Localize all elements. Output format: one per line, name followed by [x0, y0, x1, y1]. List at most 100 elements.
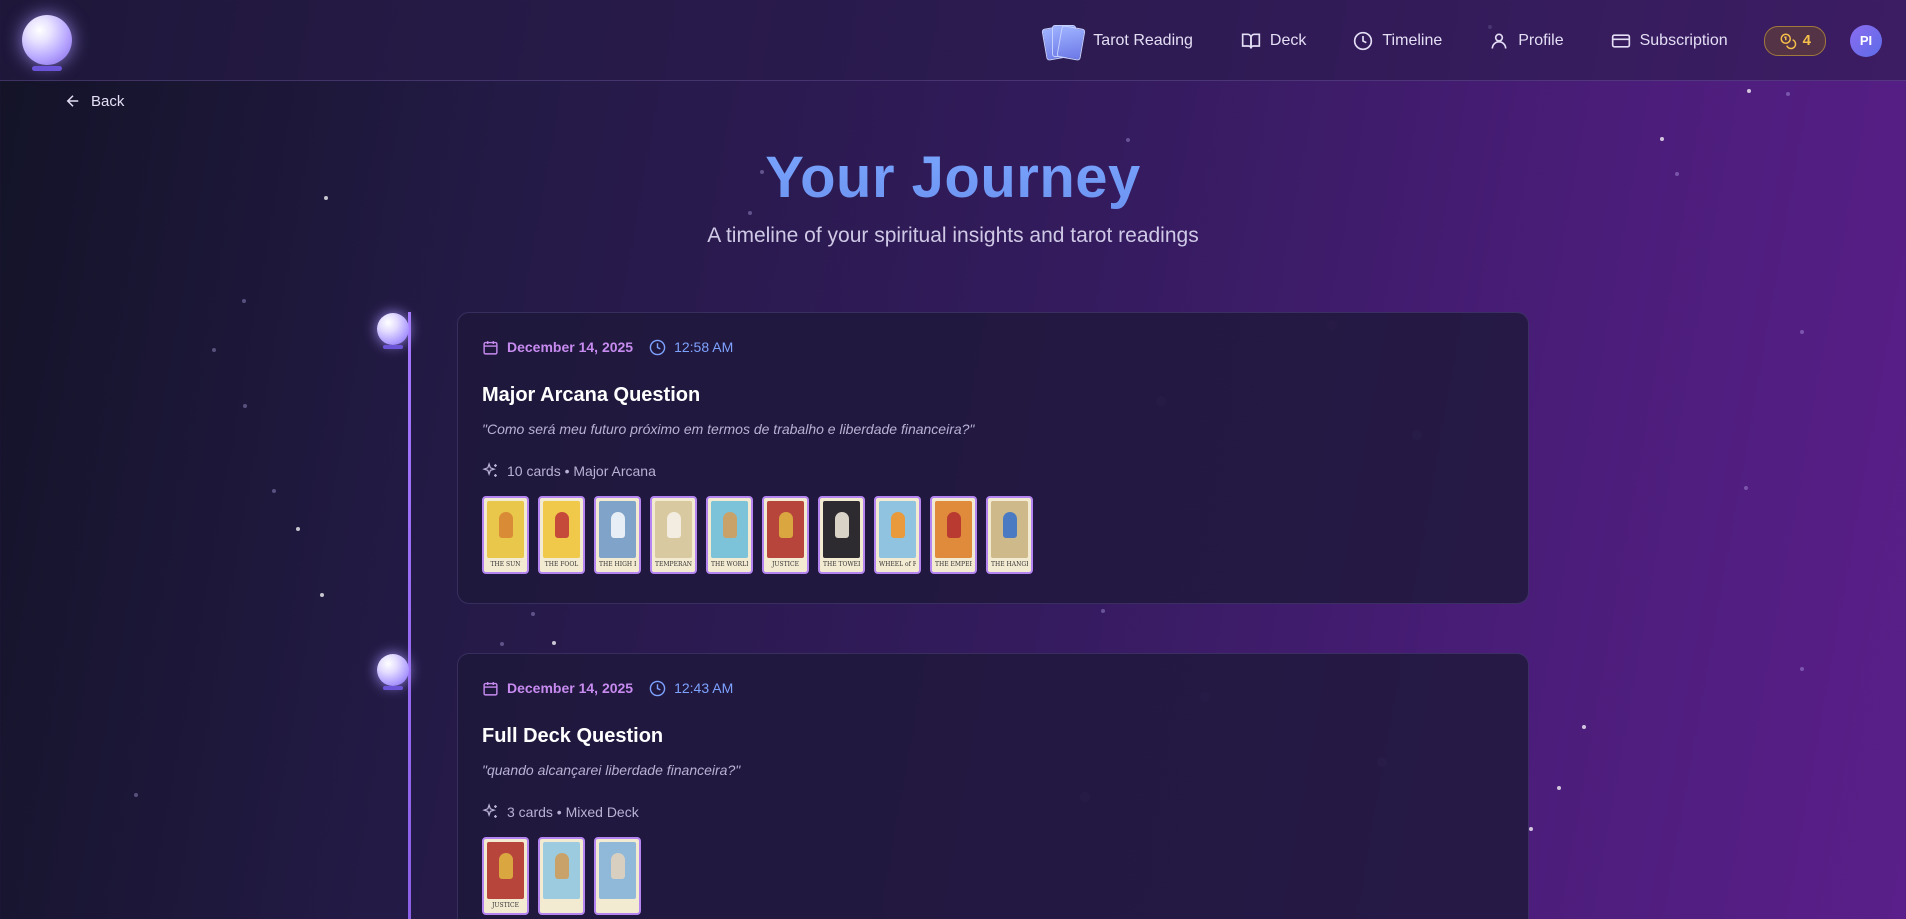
tarot-card-art	[543, 501, 580, 558]
reading-card[interactable]: December 14, 2025 12:43 AM Full Deck Que…	[457, 653, 1529, 919]
tarot-card-name: THE HANGED MAN	[991, 560, 1028, 569]
book-open-icon	[1241, 33, 1261, 49]
nav-label: Deck	[1269, 31, 1307, 49]
tarot-card-thumbnail[interactable]: THE HIGH PRIESTESS	[594, 496, 641, 574]
reading-question: "quando alcançarei liberdade financeira?…	[482, 762, 741, 778]
tarot-card-figure	[498, 511, 513, 538]
credit-card-icon	[1611, 33, 1630, 48]
tarot-card-name: THE WORLD	[711, 560, 748, 569]
timeline-line	[408, 312, 411, 919]
nav-timeline[interactable]: Timeline	[1353, 31, 1442, 51]
tarot-card-thumbnail[interactable]	[594, 837, 641, 915]
nav-deck[interactable]: Deck	[1241, 31, 1306, 51]
calendar-icon	[483, 681, 498, 696]
tarot-card-art	[935, 501, 972, 558]
tarot-card-art	[767, 501, 804, 558]
tarot-card-name: WHEEL of FORTUNE	[879, 560, 916, 569]
tarot-card-thumbnail[interactable]: THE HANGED MAN	[986, 496, 1033, 574]
tarot-card-figure	[554, 511, 569, 538]
back-button[interactable]: Back	[64, 92, 124, 110]
tarot-card-figure	[834, 511, 849, 538]
tarot-card-thumbnail[interactable]: THE TOWER	[818, 496, 865, 574]
page-title: Your Journey	[0, 144, 1906, 211]
back-label: Back	[91, 92, 125, 110]
top-navigation-bar: Tarot Reading Deck Timeline Profile Subs…	[0, 0, 1906, 81]
tarot-card-name: TEMPERANCE	[655, 560, 692, 569]
timeline-node	[377, 654, 409, 690]
arrow-left-icon	[66, 95, 79, 107]
nav-subscription[interactable]: Subscription	[1611, 31, 1728, 51]
tarot-card-thumbnail[interactable]: THE WORLD	[706, 496, 753, 574]
tarot-card-thumbnail[interactable]: TEMPERANCE	[650, 496, 697, 574]
main-nav: Tarot Reading Deck Timeline Profile Subs…	[1040, 0, 1906, 81]
reading-card[interactable]: December 14, 2025 12:58 AM Major Arcana …	[457, 312, 1529, 604]
nav-label: Profile	[1518, 31, 1564, 49]
tarot-card-name: THE SUN	[487, 560, 524, 569]
tarot-card-name: JUSTICE	[767, 560, 804, 569]
timeline-node	[377, 313, 409, 349]
tarot-card-figure	[666, 511, 681, 538]
nav-profile[interactable]: Profile	[1489, 31, 1564, 51]
nav-tarot-reading[interactable]: Tarot Reading	[1040, 24, 1193, 61]
tarot-card-art	[599, 501, 636, 558]
tarot-card-name: THE FOOL	[543, 560, 580, 569]
user-avatar[interactable]: PI	[1850, 24, 1882, 57]
tarot-cards-icon	[1040, 24, 1086, 61]
tarot-card-name: THE HIGH PRIESTESS	[599, 560, 636, 569]
tarot-card-thumbnail[interactable]: JUSTICE	[762, 496, 809, 574]
tarot-card-art	[599, 842, 636, 899]
tarot-card-figure	[778, 511, 793, 538]
tarot-card-figure	[890, 511, 905, 538]
tarot-card-figure	[1002, 511, 1017, 538]
reading-date: December 14, 2025	[482, 339, 633, 356]
reading-time: 12:43 AM	[649, 680, 733, 697]
tarot-card-thumbnail[interactable]	[538, 837, 585, 915]
tarot-card-name: THE TOWER	[823, 560, 860, 569]
tarot-card-name: JUSTICE	[487, 901, 524, 910]
tarot-card-thumbnail[interactable]: WHEEL of FORTUNE	[874, 496, 921, 574]
tarot-card-art	[879, 501, 916, 558]
tarot-card-art	[487, 842, 524, 899]
sparkles-icon	[482, 803, 497, 818]
tarot-card-figure	[610, 511, 625, 538]
tarot-card-art	[487, 501, 524, 558]
reading-date: December 14, 2025	[482, 680, 633, 697]
tarot-card-figure	[722, 511, 737, 538]
card-thumbnails: JUSTICE	[482, 837, 1504, 915]
reading-time: 12:58 AM	[649, 339, 733, 356]
reading-title: Full Deck Question	[482, 725, 664, 747]
clock-icon	[649, 339, 666, 355]
nav-label: Tarot Reading	[1093, 31, 1193, 49]
tarot-card-art	[543, 842, 580, 899]
reading-title: Major Arcana Question	[482, 384, 701, 406]
coin-balance-badge[interactable]: 4	[1763, 25, 1826, 56]
tarot-card-figure	[498, 852, 513, 879]
tarot-card-thumbnail[interactable]: THE EMPEROR	[930, 496, 977, 574]
clock-icon	[649, 680, 666, 696]
tarot-card-figure	[610, 852, 625, 879]
clock-icon	[1354, 31, 1373, 50]
tarot-card-name	[543, 901, 580, 910]
calendar-icon	[483, 340, 498, 355]
user-icon	[1491, 33, 1507, 49]
tarot-card-thumbnail[interactable]: THE SUN	[482, 496, 529, 574]
tarot-card-art	[823, 501, 860, 558]
reading-info: 3 cards • Mixed Deck	[482, 803, 1504, 820]
avatar-initials: PI	[1859, 33, 1873, 48]
reading-question: "Como será meu futuro próximo em termos …	[482, 421, 975, 437]
tarot-card-thumbnail[interactable]: THE FOOL	[538, 496, 585, 574]
coin-count: 4	[1802, 32, 1811, 49]
nav-label: Timeline	[1382, 31, 1443, 49]
tarot-card-figure	[946, 511, 961, 538]
crystal-ball-logo[interactable]	[22, 15, 72, 71]
reading-info: 10 cards • Major Arcana	[482, 462, 1504, 479]
card-thumbnails: THE SUN THE FOOL THE HIGH PRIESTESS TEMPERA…	[482, 496, 1504, 574]
nav-label: Subscription	[1639, 31, 1728, 49]
tarot-card-art	[711, 501, 748, 558]
tarot-card-art	[655, 501, 692, 558]
sparkles-icon	[482, 462, 497, 477]
tarot-card-figure	[554, 852, 569, 879]
page-subtitle: A timeline of your spiritual insights an…	[707, 224, 1199, 247]
coins-icon	[1780, 33, 1796, 49]
tarot-card-thumbnail[interactable]: JUSTICE	[482, 837, 529, 915]
